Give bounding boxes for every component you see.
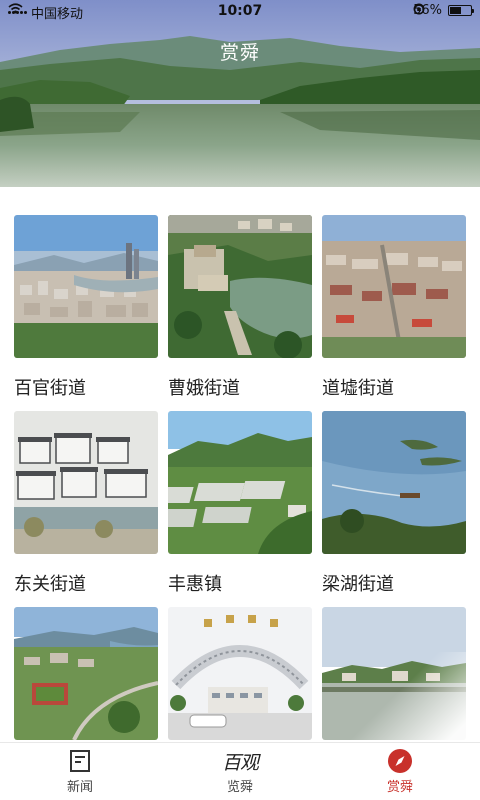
district-photo — [322, 215, 466, 358]
page-title: 赏舜 — [219, 42, 260, 64]
alarm-icon — [414, 4, 425, 15]
compass-icon — [388, 749, 412, 773]
district-card[interactable] — [322, 607, 466, 740]
tab-news[interactable]: 新闻 — [0, 743, 160, 800]
district-photo — [14, 215, 158, 358]
district-photo — [168, 215, 312, 358]
landscape-image — [0, 0, 480, 187]
district-card[interactable] — [168, 607, 312, 740]
district-card[interactable] — [14, 607, 158, 740]
hero-banner: 中国移动 10:07 56% 赏舜 — [0, 0, 480, 187]
district-name: 丰惠镇 — [168, 574, 222, 595]
district-card[interactable]: 百官街道 — [14, 215, 158, 400]
district-name: 梁湖街道 — [322, 574, 394, 595]
news-icon — [70, 750, 90, 772]
district-card[interactable]: 梁湖街道 — [322, 411, 466, 596]
district-photo — [168, 607, 312, 740]
district-card[interactable]: 丰惠镇 — [168, 411, 312, 596]
district-name: 曹娥街道 — [168, 378, 240, 399]
battery-icon — [448, 5, 474, 16]
district-name: 百官街道 — [14, 378, 86, 399]
tab-browse[interactable]: 百观 览舜 — [160, 743, 320, 800]
district-name: 道墟街道 — [322, 378, 394, 399]
district-photo — [14, 411, 158, 554]
tab-label: 新闻 — [66, 780, 93, 795]
district-card[interactable]: 东关街道 — [14, 411, 158, 596]
calligraphy-logo: 百观 — [221, 751, 259, 774]
district-photo — [322, 607, 466, 740]
tab-label: 览舜 — [226, 780, 253, 795]
tab-label: 赏舜 — [386, 780, 413, 795]
district-photo — [322, 411, 466, 554]
district-card[interactable]: 道墟街道 — [322, 215, 466, 400]
status-bar: 中国移动 10:07 56% — [0, 0, 480, 24]
district-card[interactable]: 曹娥街道 — [168, 215, 312, 400]
bottom-tab-bar: 新闻 百观 览舜 赏舜 — [0, 742, 480, 800]
clock: 10:07 — [217, 3, 263, 19]
district-name: 东关街道 — [14, 574, 86, 595]
district-photo — [168, 411, 312, 554]
district-photo — [14, 607, 158, 740]
tab-appreciate[interactable]: 赏舜 — [320, 743, 480, 800]
